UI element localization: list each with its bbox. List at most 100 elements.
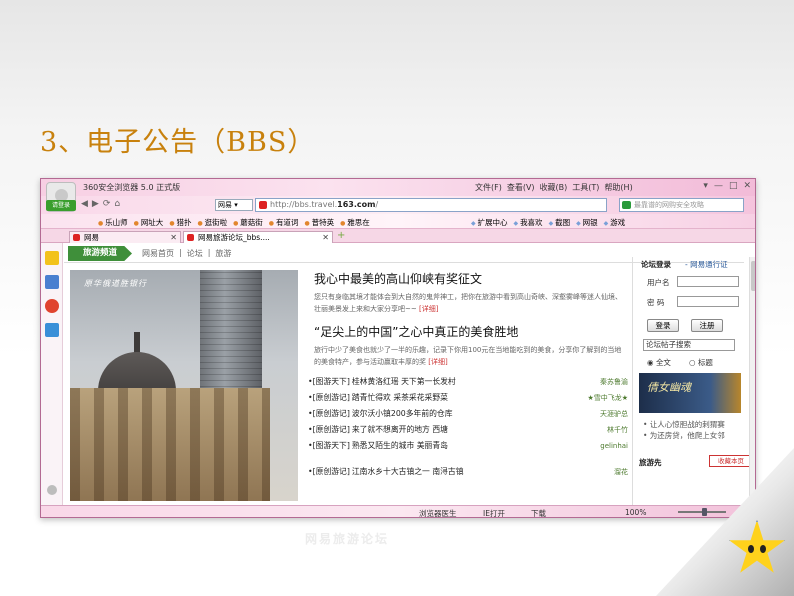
login-button[interactable]: 请登录 bbox=[46, 200, 76, 211]
thread-row[interactable]: •[原创游记] 来了就不想离开的地方 西塘 林千竹 bbox=[308, 423, 628, 436]
thread-title[interactable]: 熟悉又陌生的城市 美丽青岛 bbox=[352, 440, 568, 451]
back-icon[interactable]: ◀ bbox=[81, 199, 88, 209]
favorites-star-icon[interactable] bbox=[45, 251, 59, 265]
thread-author[interactable]: 林千竹 bbox=[568, 425, 628, 435]
feature-summary-2: 旅行中少了美食也就少了一半的乐趣，记录下你用100元在当地能吃到的美食，分享你了… bbox=[314, 344, 622, 368]
thread-category[interactable]: •[原创游记] bbox=[308, 466, 350, 477]
feature-headline-2[interactable]: “足尖上的中国”之心中真正的美食胜地 bbox=[314, 323, 518, 340]
menu-favorites[interactable]: 收藏(B) bbox=[540, 182, 568, 193]
news-link[interactable]: • 为还房贷，他爬上女邻 bbox=[643, 430, 725, 441]
photo-building bbox=[70, 388, 270, 501]
ie-open-button[interactable]: IE打开 bbox=[483, 508, 505, 517]
thread-category[interactable]: •[原创游记] bbox=[308, 424, 350, 435]
close-icon[interactable]: ✕ bbox=[743, 181, 751, 191]
maximize-icon[interactable]: □ bbox=[729, 181, 738, 191]
browser-doctor-button[interactable]: 浏览器医生 bbox=[419, 508, 457, 517]
news-links: • 让人心惊胆战的刺猬赛 • 为还房贷，他爬上女邻 bbox=[643, 419, 725, 441]
username-label: 用户名 bbox=[647, 278, 670, 287]
notes-icon[interactable] bbox=[45, 323, 59, 337]
search-input[interactable]: 最靠谱的网购安全攻略 bbox=[619, 198, 744, 212]
fav-item[interactable]: 逛街啦 bbox=[197, 217, 228, 228]
thread-row[interactable]: •[原创游记] 江南水乡十大古镇之一 南浔古镇 溜花 bbox=[308, 465, 628, 478]
minimize-icon[interactable]: — bbox=[714, 181, 723, 191]
feature-photo[interactable]: 原华俄道胜银行 bbox=[70, 270, 298, 501]
thread-row[interactable]: •[图游天下] 熟悉又陌生的城市 美丽青岛 gelinhai bbox=[308, 439, 628, 452]
games-button[interactable]: 游戏 bbox=[604, 217, 625, 228]
refresh-icon[interactable]: ⟳ bbox=[103, 199, 111, 209]
bookmark-page-button[interactable]: 收藏本页 bbox=[709, 455, 753, 467]
thread-category[interactable]: •[图游天下] bbox=[308, 376, 350, 387]
breadcrumb-home[interactable]: 网易首页 bbox=[142, 248, 174, 259]
forward-icon[interactable]: ▶ bbox=[92, 199, 99, 209]
passport-link[interactable]: - 网易通行证 bbox=[685, 259, 728, 270]
fav-item[interactable]: 蘑菇街 bbox=[233, 217, 263, 228]
feature-headline-1[interactable]: 我心中最美的高山仰峡有奖征文 bbox=[314, 270, 482, 287]
tab-travel-forum[interactable]: 网易旅游论坛_bbs.... ✕ bbox=[183, 231, 333, 243]
menu-help[interactable]: 帮助(H) bbox=[604, 182, 632, 193]
thread-title[interactable]: 江南水乡十大古镇之一 南浔古镇 bbox=[352, 466, 568, 477]
register-button[interactable]: 注册 bbox=[691, 319, 723, 332]
channel-tag[interactable]: 旅游频道 bbox=[68, 246, 132, 261]
extension-center-button[interactable]: 扩展中心 bbox=[471, 217, 508, 228]
fav-item[interactable]: 乐山师 bbox=[98, 217, 128, 228]
tab-strip: 网易 ✕ 网易旅游论坛_bbs.... ✕ + bbox=[41, 229, 755, 243]
thread-author[interactable]: ★雪中飞龙★ bbox=[568, 393, 628, 403]
breadcrumb-forum[interactable]: 论坛 bbox=[187, 248, 203, 259]
summary-text: 您只有身临其境才能体会到大自然的鬼斧神工，把你在旅游中看到高山奇峡、深壑雾峰等迷… bbox=[314, 293, 622, 313]
skin-dropdown-icon[interactable]: ▾ bbox=[703, 181, 708, 191]
vertical-scrollbar[interactable] bbox=[749, 257, 755, 505]
screenshot-button[interactable]: 截图 bbox=[549, 217, 570, 228]
thread-author[interactable]: gelinhai bbox=[568, 442, 628, 450]
fav-item[interactable]: 普特英 bbox=[304, 217, 335, 228]
thread-row[interactable]: •[图游天下] 桂林黄洛红瑶 天下第一长发村 秦苏鲁渝 bbox=[308, 375, 628, 388]
news-link[interactable]: • 让人心惊胆战的刺猬赛 bbox=[643, 419, 725, 430]
radio-title[interactable]: ○ 标题 bbox=[689, 357, 713, 368]
thread-author[interactable]: 溜花 bbox=[568, 467, 628, 477]
radio-fulltext[interactable]: ◉ 全文 bbox=[647, 357, 671, 368]
tab-close-icon[interactable]: ✕ bbox=[322, 232, 329, 243]
app-grid-icon[interactable] bbox=[45, 275, 59, 289]
ad-banner[interactable]: 倩女幽魂 bbox=[639, 373, 741, 413]
photo-caption: 原华俄道胜银行 bbox=[84, 279, 147, 288]
tab-close-icon[interactable]: ✕ bbox=[170, 232, 177, 243]
thread-row[interactable]: •[原创游记] 波尔沃小镇200多年前的仓库 天涯驴总 bbox=[308, 407, 628, 420]
download-button[interactable]: 下载 bbox=[531, 508, 546, 517]
thread-title[interactable]: 来了就不想离开的地方 西塘 bbox=[352, 424, 568, 435]
menu-file[interactable]: 文件(F) bbox=[475, 182, 502, 193]
thread-category[interactable]: •[图游天下] bbox=[308, 440, 350, 451]
detail-link[interactable]: [详细] bbox=[419, 305, 438, 313]
thread-category[interactable]: •[原创游记] bbox=[308, 392, 350, 403]
site-selector[interactable]: 网易 ▾ bbox=[215, 199, 253, 211]
forum-search-input[interactable]: 论坛帖子搜索 bbox=[643, 339, 735, 351]
password-field[interactable] bbox=[677, 296, 739, 307]
thread-title[interactable]: 波尔沃小镇200多年前的仓库 bbox=[352, 408, 568, 419]
thread-author[interactable]: 天涯驴总 bbox=[568, 409, 628, 419]
settings-gear-icon[interactable] bbox=[47, 485, 57, 495]
username-field[interactable] bbox=[677, 276, 739, 287]
menu-view[interactable]: 查看(V) bbox=[507, 182, 535, 193]
breadcrumb-separator: | bbox=[207, 248, 211, 257]
weibo-icon[interactable] bbox=[45, 299, 59, 313]
fav-item[interactable]: 网址大 bbox=[134, 217, 164, 228]
breadcrumb-travel[interactable]: 旅游 bbox=[215, 248, 231, 259]
thread-author[interactable]: 秦苏鲁渝 bbox=[568, 377, 628, 387]
url-input[interactable]: http://bbs.travel.163.com/ bbox=[255, 198, 607, 212]
fav-item[interactable]: 有道词 bbox=[269, 217, 299, 228]
fav-item[interactable]: 猎扑 bbox=[169, 217, 191, 228]
thread-row[interactable]: •[原创游记] 踏青忙得欢 采茶采花采野菜 ★雪中飞龙★ bbox=[308, 391, 628, 404]
home-icon[interactable]: ⌂ bbox=[114, 199, 120, 209]
thread-title[interactable]: 踏青忙得欢 采茶采花采野菜 bbox=[352, 392, 568, 403]
detail-link[interactable]: [详细] bbox=[428, 358, 447, 366]
url-prefix: http://bbs.travel. bbox=[270, 200, 338, 209]
tab-netease[interactable]: 网易 ✕ bbox=[69, 231, 181, 243]
fav-item[interactable]: 雅思在 bbox=[340, 217, 370, 228]
online-bank-button[interactable]: 网银 bbox=[576, 217, 598, 228]
thread-category[interactable]: •[原创游记] bbox=[308, 408, 350, 419]
my-likes-button[interactable]: 我喜欢 bbox=[514, 217, 543, 228]
zoom-slider[interactable] bbox=[678, 508, 726, 516]
login-submit-button[interactable]: 登录 bbox=[647, 319, 679, 332]
zoom-level[interactable]: 100% bbox=[625, 508, 646, 517]
menu-tools[interactable]: 工具(T) bbox=[572, 182, 599, 193]
new-tab-icon[interactable]: + bbox=[337, 230, 345, 241]
thread-title[interactable]: 桂林黄洛红瑶 天下第一长发村 bbox=[352, 376, 568, 387]
